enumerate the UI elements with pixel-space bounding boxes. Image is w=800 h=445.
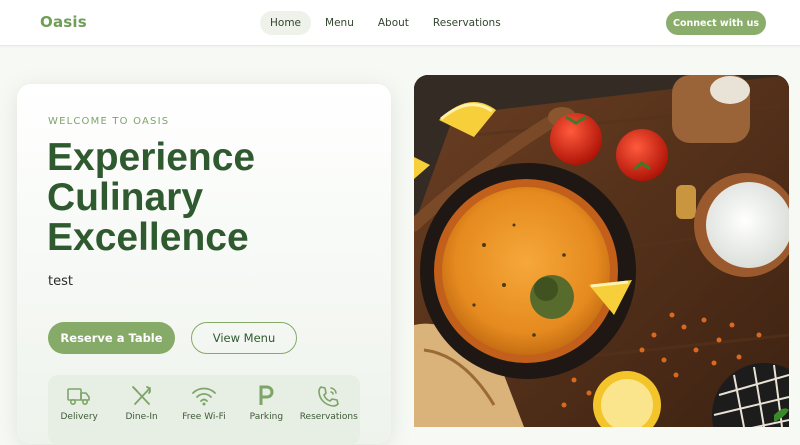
main-nav: Home Menu About Reservations <box>260 11 511 35</box>
nav-link-reservations[interactable]: Reservations <box>423 11 511 35</box>
headline-line: Experience <box>47 136 256 179</box>
feature-delivery[interactable]: Delivery <box>49 385 109 445</box>
headline-line: Excellence <box>47 216 249 259</box>
features-bar: Delivery Dine-In Free Wi-Fi Parking Rese… <box>48 375 360 445</box>
soup-table-illustration <box>414 75 789 427</box>
feature-label: Free Wi-Fi <box>182 412 226 422</box>
connect-button[interactable]: Connect with us <box>666 11 766 35</box>
hero-card: WELCOME TO OASIS Experience Culinary Exc… <box>17 84 391 445</box>
view-menu-button[interactable]: View Menu <box>191 322 297 354</box>
hero-eyebrow: WELCOME TO OASIS <box>48 116 170 127</box>
feature-reservations[interactable]: Reservations <box>299 385 359 445</box>
feature-dine-in[interactable]: Dine-In <box>112 385 172 445</box>
parking-icon <box>259 385 274 405</box>
headline-line: Culinary <box>47 176 204 219</box>
nav-link-about[interactable]: About <box>368 11 419 35</box>
wifi-icon <box>192 387 216 406</box>
nav-link-menu[interactable]: Menu <box>315 11 364 35</box>
feature-parking[interactable]: Parking <box>236 385 296 445</box>
feature-label: Parking <box>249 412 284 422</box>
nav-link-home[interactable]: Home <box>260 11 312 35</box>
top-navbar: Oasis Home Menu About Reservations Conne… <box>0 0 800 46</box>
feature-label: Dine-In <box>125 412 158 422</box>
feature-label: Reservations <box>299 412 358 422</box>
brand-logo[interactable]: Oasis <box>40 13 87 31</box>
reserve-table-button[interactable]: Reserve a Table <box>48 322 175 354</box>
hero-food-image <box>414 75 789 427</box>
fork-knife-icon <box>131 386 151 405</box>
phone-icon <box>317 386 339 407</box>
truck-icon <box>67 388 90 406</box>
feature-label: Delivery <box>60 412 98 422</box>
feature-wifi[interactable]: Free Wi-Fi <box>174 385 234 445</box>
hero-headline: Experience Culinary Excellence <box>47 138 377 258</box>
hero-tagline: test <box>48 274 73 289</box>
